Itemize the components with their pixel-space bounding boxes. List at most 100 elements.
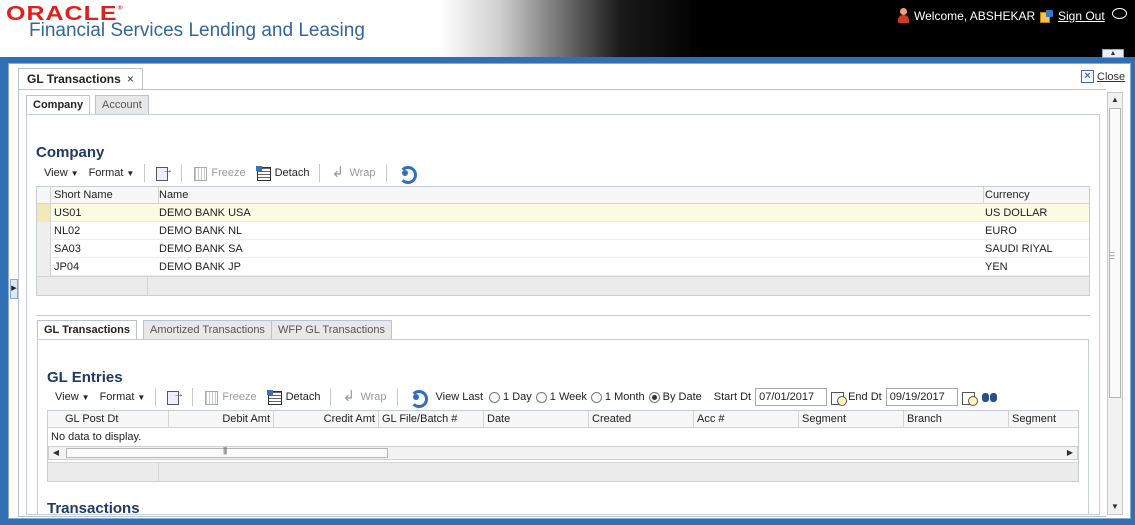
calendar-icon — [830, 390, 848, 406]
scroll-up-icon[interactable]: ▲ — [1108, 93, 1122, 107]
tab-gl-transactions-sub[interactable]: GL Transactions — [37, 320, 137, 340]
scroll-down-icon[interactable]: ▼ — [1108, 500, 1122, 514]
table-row[interactable]: JP04 DEMO BANK JP YEN — [37, 258, 1089, 276]
table-row[interactable]: SA03 DEMO BANK SA SAUDI RIYAL — [37, 240, 1089, 258]
detach-label: Detach — [274, 167, 310, 179]
start-date-picker[interactable] — [830, 390, 848, 406]
scroll-right-icon[interactable]: ▶ — [1063, 447, 1077, 459]
detach-icon — [255, 166, 272, 181]
format-label: Format — [99, 391, 135, 403]
caret-down-icon: ▼ — [81, 392, 90, 402]
col-gl-file-batch[interactable]: GL File/Batch # — [379, 411, 484, 428]
horizontal-scrollbar[interactable]: ◀ ||| ▶ — [48, 446, 1078, 460]
cell-currency: SAUDI RIYAL — [985, 243, 1053, 255]
col-segment-2[interactable]: Segment — [1009, 411, 1079, 428]
format-menu[interactable]: Format ▼ — [89, 167, 135, 179]
cell-currency: YEN — [985, 261, 1008, 273]
tab-gl-transactions[interactable]: GL Transactions × — [18, 68, 143, 90]
freeze-button[interactable]: Freeze — [203, 390, 257, 405]
row-header[interactable] — [37, 258, 51, 276]
wrap-button[interactable]: Wrap — [330, 163, 376, 181]
view-label: View — [55, 391, 79, 403]
radio-1-day-circle[interactable] — [489, 391, 501, 403]
view-menu[interactable]: View ▼ — [44, 167, 79, 179]
refresh-button[interactable] — [397, 166, 417, 184]
table-row[interactable]: US01 DEMO BANK USA US DOLLAR — [37, 204, 1089, 222]
search-button[interactable] — [981, 390, 999, 404]
empty-table-message: No data to display. — [51, 431, 142, 443]
wrap-label: Wrap — [349, 167, 376, 179]
scroll-left-icon[interactable]: ◀ — [49, 447, 63, 459]
radio-1-week-circle[interactable] — [535, 391, 547, 403]
end-date-picker[interactable] — [961, 390, 978, 406]
detach-button[interactable]: Detach — [255, 166, 310, 181]
refresh-button[interactable] — [408, 390, 428, 408]
view-menu[interactable]: View ▼ — [55, 391, 90, 403]
tab-account[interactable]: Account — [95, 95, 149, 115]
detach-button[interactable]: Detach — [266, 390, 320, 405]
end-date-input[interactable] — [885, 388, 958, 406]
radio-1-week-label: 1 Week — [549, 391, 587, 403]
wrap-icon — [330, 163, 346, 181]
col-segment[interactable]: Segment — [799, 411, 904, 428]
close-button[interactable]: × Close — [1081, 70, 1125, 83]
tab-amortized-transactions[interactable]: Amortized Transactions — [143, 320, 272, 340]
caret-down-icon: ▼ — [126, 168, 135, 178]
gl-entries-title: GL Entries — [47, 369, 123, 386]
toolbar-separator — [330, 388, 332, 406]
cell-name: DEMO BANK SA — [159, 243, 243, 255]
wrap-button[interactable]: Wrap — [341, 387, 386, 405]
col-date[interactable]: Date — [484, 411, 589, 428]
wrap-icon — [341, 387, 357, 405]
tab-company[interactable]: Company — [26, 95, 91, 115]
vertical-scrollbar[interactable]: ▲ – – – ▼ — [1107, 92, 1123, 515]
radio-by-date[interactable]: By Date — [648, 391, 702, 403]
grip-icon: – – – — [1110, 248, 1115, 263]
col-debit-amt[interactable]: Debit Amt — [169, 411, 274, 428]
toolbar-separator — [385, 164, 387, 182]
cell-name: DEMO BANK JP — [159, 261, 241, 273]
company-table: Short Name Name Currency US01 DEMO BANK … — [36, 186, 1090, 296]
toolbar-separator — [155, 388, 157, 406]
user-icon — [897, 8, 910, 23]
format-menu[interactable]: Format ▼ — [100, 391, 146, 403]
user-menu[interactable]: Welcome, ABSHEKAR ▼ — [897, 8, 1050, 23]
radio-by-date-label: By Date — [662, 391, 702, 403]
gl-entries-table: GL Post Dt Debit Amt Credit Amt GL File/… — [47, 410, 1079, 482]
collapse-header-button[interactable]: ▲ — [1102, 49, 1124, 58]
freeze-button[interactable]: Freeze — [192, 166, 246, 181]
export-button[interactable] — [166, 388, 184, 405]
horizontal-scroll-thumb[interactable] — [66, 448, 388, 458]
row-header[interactable] — [37, 240, 51, 258]
col-gl-post-dt[interactable]: GL Post Dt — [48, 411, 169, 428]
close-icon: × — [1081, 70, 1094, 83]
radio-1-month-circle[interactable] — [590, 391, 602, 403]
help-icon[interactable] — [1112, 8, 1127, 19]
tab-wfp-gl-transactions[interactable]: WFP GL Transactions — [271, 320, 392, 340]
radio-1-day[interactable]: 1 Day — [489, 391, 532, 403]
sign-out-link[interactable]: Sign Out — [1040, 9, 1105, 23]
start-date-input[interactable] — [755, 388, 828, 406]
sign-out-icon — [1040, 10, 1053, 23]
expand-sidebar-icon[interactable]: ▶ — [10, 279, 18, 299]
export-button[interactable] — [155, 164, 173, 181]
col-currency[interactable]: Currency — [982, 187, 1090, 204]
col-short-name[interactable]: Short Name — [51, 187, 159, 204]
freeze-icon — [203, 390, 219, 405]
col-branch[interactable]: Branch — [904, 411, 1009, 428]
freeze-icon — [192, 166, 208, 181]
main-tab-label: GL Transactions — [27, 72, 121, 86]
close-label: Close — [1097, 70, 1126, 83]
toolbar-separator — [396, 388, 398, 406]
col-name[interactable]: Name — [156, 187, 984, 204]
radio-1-week[interactable]: 1 Week — [535, 391, 587, 403]
row-header[interactable] — [37, 204, 51, 222]
close-tab-icon[interactable]: × — [127, 69, 134, 90]
col-acc-number[interactable]: Acc # — [694, 411, 799, 428]
radio-by-date-circle[interactable] — [648, 391, 660, 403]
table-row[interactable]: NL02 DEMO BANK NL EURO — [37, 222, 1089, 240]
radio-1-month[interactable]: 1 Month — [590, 391, 645, 403]
col-created[interactable]: Created — [589, 411, 694, 428]
col-credit-amt[interactable]: Credit Amt — [274, 411, 379, 428]
row-header[interactable] — [37, 222, 51, 240]
